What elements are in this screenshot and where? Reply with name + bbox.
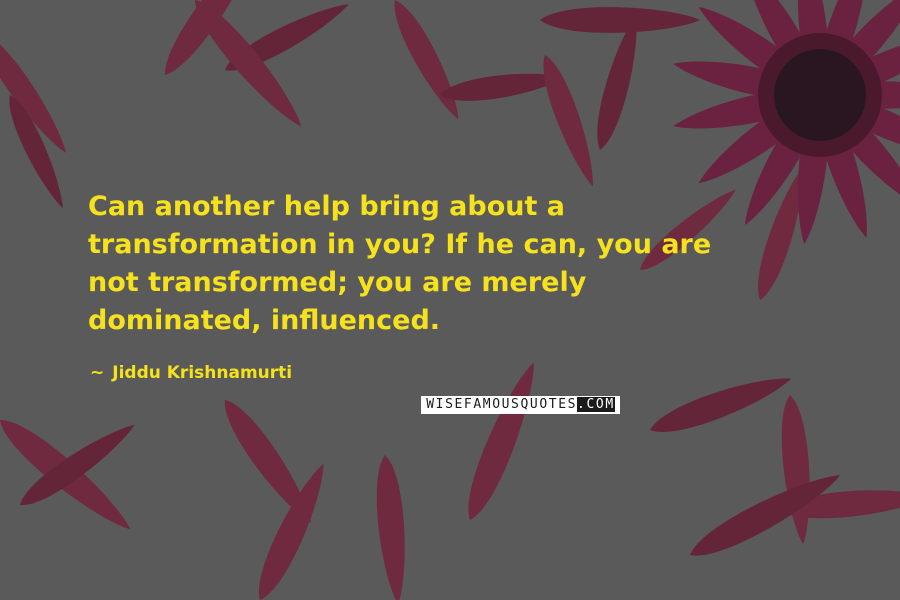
quote-text: Can another help bring about a transform…: [88, 188, 848, 340]
quote-line: dominated, influenced.: [88, 305, 441, 336]
author-dash: ~: [90, 363, 105, 383]
petal: [195, 0, 302, 127]
petal: [781, 395, 810, 545]
petal: [597, 14, 637, 150]
petal: [468, 362, 534, 520]
petal: [394, 0, 459, 120]
petal: [376, 455, 405, 600]
author-name[interactable]: Jiddu Krishnamurti: [112, 363, 292, 383]
petal: [543, 55, 593, 187]
quote-line: transformation in you? If he can, you ar…: [88, 229, 712, 260]
watermark-text: WISEFAMOUSQUOTES: [426, 397, 578, 412]
site-watermark: WISEFAMOUSQUOTES.COM: [421, 396, 620, 414]
quote-line: Can another help bring about a: [88, 191, 566, 222]
watermark-domain: .COM: [577, 397, 615, 412]
petal: [540, 7, 700, 33]
author-attribution: ~ Jiddu Krishnamurti: [90, 363, 292, 383]
quote-line: not transformed; you are merely: [88, 267, 587, 298]
petal: [650, 378, 791, 432]
